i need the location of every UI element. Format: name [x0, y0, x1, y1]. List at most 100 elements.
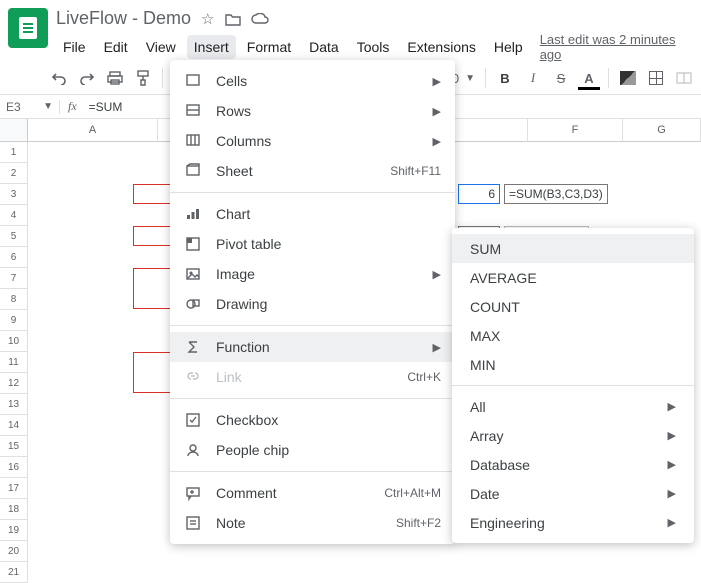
row-header[interactable]: 14: [0, 415, 28, 436]
func-category-database[interactable]: Database▶: [452, 450, 694, 479]
cells-icon: [184, 73, 202, 89]
menu-help[interactable]: Help: [487, 35, 530, 59]
category-label: Date: [470, 486, 500, 502]
menu-insert[interactable]: Insert: [187, 35, 236, 59]
comment-icon: [184, 485, 202, 501]
menu-label: People chip: [216, 442, 441, 458]
move-folder-icon[interactable]: [225, 12, 241, 26]
menu-file[interactable]: File: [56, 35, 93, 59]
row-header[interactable]: 9: [0, 310, 28, 331]
function-max[interactable]: MAX: [452, 321, 694, 350]
col-header-a[interactable]: A: [28, 119, 158, 142]
insert-drawing[interactable]: Drawing: [170, 289, 455, 319]
row-header[interactable]: 11: [0, 352, 28, 373]
col-header-g[interactable]: G: [623, 119, 701, 142]
menu-tools[interactable]: Tools: [350, 35, 397, 59]
row-header[interactable]: 21: [0, 562, 28, 583]
sheets-app-icon[interactable]: [8, 8, 48, 48]
row-header[interactable]: 1: [0, 142, 28, 163]
insert-comment[interactable]: Comment Ctrl+Alt+M: [170, 478, 455, 508]
submenu-arrow-icon: ▶: [668, 400, 676, 413]
submenu-arrow-icon: ▶: [668, 516, 676, 529]
menu-format[interactable]: Format: [240, 35, 298, 59]
last-edit-link[interactable]: Last edit was 2 minutes ago: [540, 32, 693, 62]
borders-button[interactable]: [647, 71, 665, 85]
category-label: Engineering: [470, 515, 545, 531]
submenu-arrow-icon: ▶: [433, 75, 441, 88]
func-category-array[interactable]: Array▶: [452, 421, 694, 450]
row-header[interactable]: 2: [0, 163, 28, 184]
insert-sheet[interactable]: Sheet Shift+F11: [170, 156, 455, 186]
function-sum[interactable]: SUM: [452, 234, 694, 263]
func-category-engineering[interactable]: Engineering ▶: [452, 508, 694, 537]
row-header[interactable]: 8: [0, 289, 28, 310]
row-header[interactable]: 6: [0, 247, 28, 268]
submenu-arrow-icon: ▶: [668, 487, 676, 500]
select-all-corner[interactable]: [0, 119, 28, 142]
row-header[interactable]: 7: [0, 268, 28, 289]
menu-view[interactable]: View: [139, 35, 183, 59]
row-header[interactable]: 17: [0, 478, 28, 499]
insert-chart[interactable]: Chart: [170, 199, 455, 229]
menu-extensions[interactable]: Extensions: [400, 35, 482, 59]
merge-button[interactable]: [675, 72, 693, 84]
category-label: All: [470, 399, 486, 415]
function-average[interactable]: AVERAGE: [452, 263, 694, 292]
insert-people-chip[interactable]: People chip: [170, 435, 455, 465]
insert-menu: Cells ▶ Rows ▶ Columns ▶ Sheet Shift+F11…: [170, 60, 455, 544]
row-header[interactable]: 15: [0, 436, 28, 457]
drawing-icon: [184, 296, 202, 312]
menu-label: Sheet: [216, 163, 376, 179]
function-submenu: SUM AVERAGE COUNT MAX MIN All ▶ Array▶Database▶…: [452, 228, 694, 543]
insert-cells[interactable]: Cells ▶: [170, 66, 455, 96]
function-min[interactable]: MIN: [452, 350, 694, 379]
insert-checkbox[interactable]: Checkbox: [170, 405, 455, 435]
undo-icon[interactable]: [50, 71, 68, 85]
shortcut: Shift+F2: [396, 516, 441, 530]
paint-format-icon[interactable]: [134, 70, 152, 86]
person-icon: [184, 442, 202, 458]
row-header[interactable]: 5: [0, 226, 28, 247]
doc-title[interactable]: LiveFlow - Demo: [56, 8, 191, 29]
active-cell-e3[interactable]: 6: [458, 184, 500, 204]
insert-columns[interactable]: Columns ▶: [170, 126, 455, 156]
row-header[interactable]: 12: [0, 373, 28, 394]
insert-pivot-table[interactable]: Pivot table: [170, 229, 455, 259]
submenu-arrow-icon: ▶: [433, 268, 441, 281]
insert-function[interactable]: Function ▶: [170, 332, 455, 362]
name-box[interactable]: E3 ▼: [0, 100, 60, 114]
col-header-f[interactable]: F: [528, 119, 623, 142]
cell-ref: E3: [6, 100, 21, 114]
text-color-button[interactable]: A: [580, 71, 598, 86]
redo-icon[interactable]: [78, 71, 96, 85]
italic-button[interactable]: I: [524, 70, 542, 86]
row-header[interactable]: 19: [0, 520, 28, 541]
star-icon[interactable]: ☆: [201, 10, 214, 28]
image-icon: [184, 266, 202, 282]
cols-icon: [184, 133, 202, 149]
func-category-date[interactable]: Date ▶: [452, 479, 694, 508]
menu-data[interactable]: Data: [302, 35, 346, 59]
row-header[interactable]: 13: [0, 394, 28, 415]
func-category-all[interactable]: All ▶: [452, 392, 694, 421]
row-header[interactable]: 16: [0, 457, 28, 478]
insert-note[interactable]: Note Shift+F2: [170, 508, 455, 538]
print-icon[interactable]: [106, 71, 124, 85]
func-label: MAX: [470, 328, 500, 344]
menu-label: Rows: [216, 103, 419, 119]
row-header[interactable]: 3: [0, 184, 28, 205]
row-header[interactable]: 20: [0, 541, 28, 562]
insert-rows[interactable]: Rows ▶: [170, 96, 455, 126]
row-header[interactable]: 18: [0, 499, 28, 520]
strike-button[interactable]: S: [552, 71, 570, 86]
cloud-status-icon[interactable]: [251, 13, 269, 25]
row-header[interactable]: 10: [0, 331, 28, 352]
fill-color-button[interactable]: [619, 71, 637, 85]
bold-button[interactable]: B: [496, 71, 514, 86]
menu-edit[interactable]: Edit: [97, 35, 135, 59]
row-header[interactable]: 4: [0, 205, 28, 226]
insert-image[interactable]: Image ▶: [170, 259, 455, 289]
submenu-arrow-icon: ▶: [433, 341, 441, 354]
function-count[interactable]: COUNT: [452, 292, 694, 321]
func-label: AVERAGE: [470, 270, 537, 286]
